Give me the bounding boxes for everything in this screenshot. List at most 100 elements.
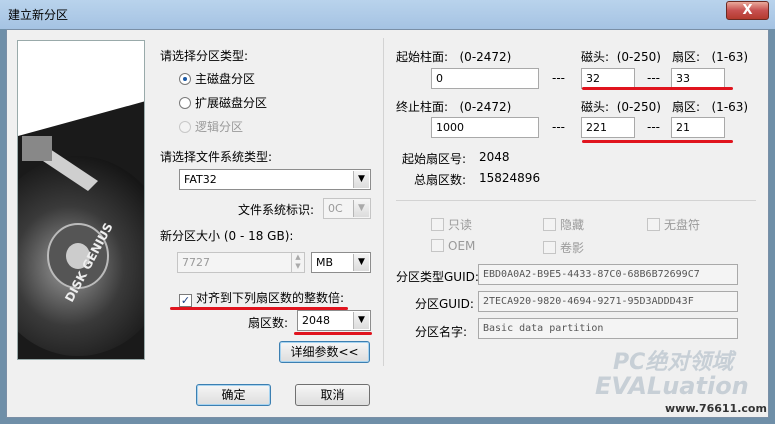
start-sector-text: 扇区: (672, 50, 701, 64)
red-underline (582, 87, 733, 90)
partition-name-label: 分区名字: (415, 325, 468, 339)
checkmark-icon: ✓ (179, 294, 192, 307)
checkbox-icon (431, 239, 444, 252)
hidden-label: 隐藏 (560, 218, 585, 232)
advanced-params-button[interactable]: 详细参数<< (279, 341, 370, 363)
end-sector-input[interactable]: 21 (671, 117, 725, 138)
separator: --- (552, 120, 565, 134)
align-checkbox[interactable]: ✓ 对齐到下列扇区数的整数倍: (179, 289, 344, 307)
radio-logical-label: 逻辑分区 (195, 120, 244, 134)
radio-icon (179, 73, 191, 85)
partition-type-guid-field[interactable]: EBD0A0A2-B9E5-4433-87C0-68B6B72699C7 (478, 264, 738, 285)
filesystem-id-label: 文件系统标识: (238, 203, 315, 217)
end-cylinder-range: (0-2472) (459, 100, 512, 114)
end-sector-label: 扇区: (1-63) (672, 98, 748, 115)
total-sectors-label: 总扇区数: (414, 173, 467, 187)
separator: --- (647, 120, 660, 134)
close-icon: X (742, 3, 753, 18)
separator: --- (647, 71, 660, 85)
chevron-down-icon: ▼ (353, 312, 369, 329)
close-button[interactable]: X (726, 1, 769, 20)
total-sectors-value: 15824896 (479, 171, 541, 185)
section-divider (396, 200, 756, 201)
radio-extended[interactable]: 扩展磁盘分区 (179, 94, 267, 111)
start-sector-number-label: 起始扇区号: (402, 152, 467, 166)
filesystem-select[interactable]: FAT32 ▼ (179, 169, 371, 190)
disk-genius-side-image: DISK GENIUS (17, 40, 145, 360)
partition-guid-field[interactable]: 2TECA920-9820-4694-9271-95D3ADDD43F (478, 291, 738, 312)
ok-button[interactable]: 确定 (196, 384, 271, 406)
no-drive-letter-label: 无盘符 (664, 218, 701, 232)
end-cylinder-label: 终止柱面: (0-2472) (396, 98, 511, 115)
start-head-range: (0-250) (616, 50, 661, 64)
end-sector-range: (1-63) (711, 100, 749, 114)
align-checkbox-label: 对齐到下列扇区数的整数倍: (196, 291, 345, 305)
checkbox-icon (543, 218, 556, 231)
start-cylinder-text: 起始柱面: (396, 50, 449, 64)
chevron-down-icon: ▼ (353, 171, 369, 188)
end-head-input[interactable]: 221 (581, 117, 635, 138)
cancel-button[interactable]: 取消 (295, 384, 370, 406)
start-cylinder-range: (0-2472) (459, 50, 512, 64)
size-unit-value: MB (316, 256, 334, 269)
sector-count-select[interactable]: 2048 ▼ (297, 310, 371, 331)
filesystem-value: FAT32 (184, 173, 217, 186)
end-head-label: 磁头: (0-250) (581, 98, 661, 115)
filesystem-id-select: 0C ▼ (323, 198, 371, 219)
radio-extended-label: 扩展磁盘分区 (195, 96, 268, 110)
start-sector-input[interactable]: 33 (671, 68, 725, 89)
partition-type-heading: 请选择分区类型: (160, 49, 249, 63)
start-cylinder-input[interactable]: 0 (431, 68, 539, 89)
checkbox-icon (647, 218, 660, 231)
readonly-checkbox: 只读 (431, 216, 472, 233)
end-sector-text: 扇区: (672, 100, 701, 114)
create-partition-dialog: DISK GENIUS 请选择分区类型: 主磁盘分区 扩展磁盘分区 逻辑分区 请… (6, 29, 769, 418)
start-cylinder-label: 起始柱面: (0-2472) (396, 48, 511, 65)
watermark-logo-sub: EVALuation (595, 372, 749, 400)
start-head-input[interactable]: 32 (581, 68, 635, 89)
hidden-checkbox: 隐藏 (543, 216, 584, 233)
no-drive-letter-checkbox: 无盘符 (647, 216, 700, 233)
radio-primary-label: 主磁盘分区 (195, 72, 256, 86)
chevron-down-icon: ▼ (353, 254, 369, 271)
end-head-text: 磁头: (581, 100, 610, 114)
sector-count-value: 2048 (302, 314, 330, 327)
chevron-down-icon: ▼ (353, 200, 369, 217)
panel-divider (383, 38, 384, 366)
window-title: 建立新分区 (8, 8, 69, 22)
watermark-site: www.76611.com (665, 402, 767, 415)
hard-disk-icon: DISK GENIUS (18, 41, 144, 359)
oem-label: OEM (448, 239, 476, 253)
oem-checkbox: OEM (431, 239, 475, 253)
end-cylinder-input[interactable]: 1000 (431, 117, 539, 138)
start-sector-range: (1-63) (711, 50, 749, 64)
radio-icon (179, 97, 191, 109)
radio-primary[interactable]: 主磁盘分区 (179, 70, 255, 87)
sector-count-label: 扇区数: (248, 316, 289, 330)
shadow-copy-checkbox: 卷影 (543, 239, 584, 256)
shadow-copy-label: 卷影 (560, 241, 585, 255)
title-bar: 建立新分区 X (0, 0, 775, 29)
radio-icon (179, 121, 191, 133)
radio-logical: 逻辑分区 (179, 118, 243, 135)
size-unit-select[interactable]: MB ▼ (311, 252, 371, 273)
filesystem-id-value: 0C (328, 202, 343, 215)
partition-name-field[interactable]: Basic data partition (478, 318, 738, 339)
partition-size-label: 新分区大小 (0 - 18 GB): (160, 229, 294, 243)
start-head-label: 磁头: (0-250) (581, 48, 661, 65)
start-head-text: 磁头: (581, 50, 610, 64)
size-spinner: ▲ ▼ (291, 252, 305, 273)
partition-size-input: 7727 (177, 252, 292, 273)
end-cylinder-text: 终止柱面: (396, 100, 449, 114)
readonly-label: 只读 (448, 218, 473, 232)
partition-type-guid-label: 分区类型GUID: (396, 270, 479, 284)
start-sector-label: 扇区: (1-63) (672, 48, 748, 65)
checkbox-icon (431, 218, 444, 231)
filesystem-heading: 请选择文件系统类型: (160, 150, 273, 164)
partition-guid-label: 分区GUID: (415, 297, 474, 311)
red-underline (294, 332, 372, 335)
start-sector-number-value: 2048 (479, 150, 510, 164)
red-underline (582, 140, 733, 143)
end-head-range: (0-250) (616, 100, 661, 114)
separator: --- (552, 71, 565, 85)
